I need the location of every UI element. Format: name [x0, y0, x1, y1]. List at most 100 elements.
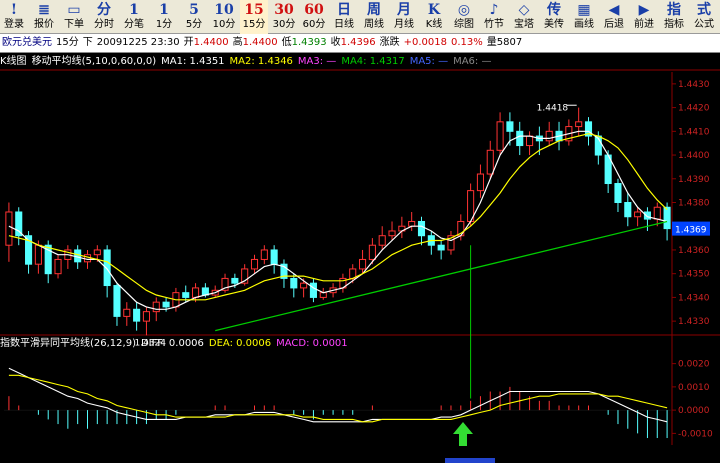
- weekly-icon: 周: [367, 2, 381, 18]
- ma2-value: MA2: 1.4346: [229, 56, 293, 67]
- low-label: 低: [281, 37, 292, 48]
- macd-params: (26,12,9): [90, 338, 136, 349]
- candle-body: [467, 190, 475, 222]
- buy-arrow-icon: [453, 422, 473, 446]
- overview-icon: ◎: [457, 2, 471, 18]
- toolbar-button-tick[interactable]: 1 分笔: [120, 0, 148, 34]
- macd-tick-label: 0.0020: [678, 360, 710, 370]
- candle-body: [329, 287, 337, 294]
- toolbar-button-bamboo[interactable]: ♪ 竹节: [480, 0, 508, 34]
- candle-body: [535, 135, 543, 142]
- candle-body: [260, 249, 268, 260]
- toolbar-button-order[interactable]: ▭ 下单: [60, 0, 88, 34]
- toolbar-button-monthly[interactable]: 月月线: [390, 0, 418, 34]
- candle-body: [339, 277, 347, 289]
- candle-body: [309, 282, 317, 298]
- count-value: 807: [503, 37, 523, 48]
- candle-body: [437, 244, 445, 251]
- close-label: 收: [330, 37, 341, 48]
- ma1-value: MA1: 1.4351: [161, 56, 225, 67]
- candle-body: [113, 285, 121, 317]
- price-tick-label: 1.4330: [678, 317, 710, 327]
- dea-value: DEA: 0.0006: [208, 338, 272, 349]
- current-price-label: 1.4369: [675, 226, 707, 236]
- toolbar-button-forward[interactable]: ▶ 前进: [630, 0, 658, 34]
- candle-body: [64, 249, 72, 260]
- ma-fast-line: [8, 130, 668, 310]
- bamboo-icon: ♪: [489, 2, 499, 18]
- panel-label[interactable]: K线图: [0, 56, 27, 67]
- price-tick-label: 1.4350: [678, 270, 710, 280]
- candle-body: [634, 211, 642, 218]
- toolbar-button-timeshare[interactable]: 分分时: [90, 0, 118, 34]
- candle-body: [83, 254, 92, 263]
- candle-body: [575, 121, 583, 128]
- toolbar-button-indicator[interactable]: 指指标: [660, 0, 688, 34]
- candle-body: [565, 126, 573, 142]
- candle-body: [5, 211, 13, 246]
- toolbar-button-label: 报价: [34, 19, 54, 30]
- candle-body: [584, 121, 593, 137]
- toolbar-button-label: 60分: [302, 19, 326, 30]
- high-label: 高: [232, 37, 243, 48]
- ma6-value: MA6: —: [453, 56, 492, 67]
- candle-body: [280, 263, 288, 279]
- forward-icon: ▶: [638, 2, 650, 18]
- toolbar-button-15min[interactable]: 15 15分: [240, 0, 268, 34]
- macd-indicator-name[interactable]: 指数平滑异同平均线: [0, 338, 90, 349]
- toolbar-button-quote[interactable]: ≣ 报价: [30, 0, 58, 34]
- toolbar-button-login[interactable]: ! 登录: [0, 0, 28, 34]
- toolbar-button-formula[interactable]: 式公式: [690, 0, 718, 34]
- candle-body: [201, 287, 209, 296]
- toolbar-button-transfer[interactable]: 传美传: [540, 0, 568, 34]
- low-value: 1.4393: [291, 37, 327, 48]
- ma-indicator-name[interactable]: 移动平均线: [32, 56, 82, 67]
- toolbar-button-label: 分时: [94, 19, 114, 30]
- 15min-icon: 15: [244, 2, 264, 18]
- toolbar-button-label: 竹节: [484, 19, 504, 30]
- ma5-value: MA5: —: [409, 56, 449, 67]
- candle-body: [172, 292, 180, 308]
- toolbar-button-1min[interactable]: 1 1分: [150, 0, 178, 34]
- toolbar-button-60min[interactable]: 60 60分: [300, 0, 328, 34]
- candle-body: [476, 173, 484, 192]
- candle-body: [54, 258, 62, 275]
- toolbar-button-draw[interactable]: ▦ 画线: [570, 0, 598, 34]
- candle-body: [192, 287, 200, 298]
- toolbar-button-kline[interactable]: K K线: [420, 0, 448, 34]
- dea-line: [8, 374, 668, 423]
- price-tick-label: 1.4410: [678, 127, 710, 137]
- indicator-icon: 指: [667, 2, 681, 18]
- candle-body: [604, 154, 612, 185]
- toolbar-button-tower[interactable]: ◇ 宝塔: [510, 0, 538, 34]
- toolbar-button-label: 综图: [454, 19, 474, 30]
- toolbar-button-daily[interactable]: 日日线: [330, 0, 358, 34]
- toolbar-button-label: 10分: [212, 19, 236, 30]
- candle-body: [496, 121, 504, 151]
- candle-body: [270, 249, 278, 265]
- candle-body: [643, 211, 651, 220]
- monthly-icon: 月: [397, 2, 411, 18]
- toolbar-button-back[interactable]: ◀ 后退: [600, 0, 628, 34]
- candle-body: [457, 220, 465, 237]
- candle-body: [506, 121, 514, 132]
- order-icon: ▭: [67, 2, 81, 18]
- 60min-icon: 60: [304, 2, 324, 18]
- candle-body: [103, 249, 111, 287]
- toolbar-button-weekly[interactable]: 周周线: [360, 0, 388, 34]
- quote-info-bar: 欧元兑美元 15分下 20091225 23:30 开1.4400 高1.4400 低1.…: [0, 34, 720, 53]
- toolbar-button-10min[interactable]: 10 10分: [210, 0, 238, 34]
- toolbar-button-label: 画线: [574, 19, 594, 30]
- candle-body: [133, 308, 141, 322]
- candle-body: [211, 289, 219, 296]
- toolbar-button-30min[interactable]: 30 30分: [270, 0, 298, 34]
- candle-body: [663, 206, 671, 230]
- candle-body: [378, 235, 386, 246]
- toolbar-button-overview[interactable]: ◎ 综图: [450, 0, 478, 34]
- diff-value: DIFF: 0.0006: [140, 338, 204, 349]
- toolbar-button-5min[interactable]: 5 5分: [180, 0, 208, 34]
- transfer-icon: 传: [547, 2, 561, 18]
- candle-body: [34, 244, 42, 265]
- candle-body: [398, 225, 406, 232]
- candle-body: [152, 301, 160, 313]
